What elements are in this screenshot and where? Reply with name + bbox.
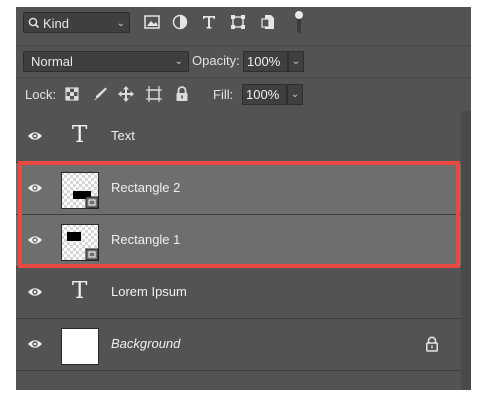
eye-icon [28,236,42,244]
visibility-toggle[interactable] [16,111,56,162]
layer-divider [16,370,461,371]
filter-kind-select[interactable]: Kind ⌄ [23,12,130,33]
shape-filter-icon[interactable] [229,13,247,31]
type-filter-icon[interactable] [200,13,218,31]
lock-icon[interactable] [425,336,439,352]
layer-row-text[interactable]: T Text [16,111,461,162]
visibility-toggle[interactable] [16,319,56,370]
layer-row-rectangle-1[interactable]: Rectangle 1 [16,215,461,266]
eye-icon [28,288,42,296]
fill-label: Fill: [213,87,234,102]
chevron-down-icon: ⌄ [174,56,183,67]
layer-row-background[interactable]: Background [16,319,461,370]
filter-kind-label: Kind [43,16,70,31]
lock-position-icon[interactable] [117,85,135,103]
layer-name: Lorem Ipsum [111,284,187,299]
lock-all-icon[interactable] [173,85,191,103]
adjustment-filter-icon[interactable] [171,13,189,31]
layer-name: Background [111,336,181,351]
filter-toggle-switch[interactable] [295,11,303,35]
layer-name: Rectangle 1 [111,232,181,247]
opacity-label: Opacity: [192,53,240,68]
layer-list-scrollbar[interactable] [461,111,471,390]
pixel-filter-icon[interactable] [143,13,161,31]
layer-row-lorem-ipsum[interactable]: T Lorem Ipsum [16,267,461,318]
blend-mode-select[interactable]: Normal ⌄ [23,51,189,72]
lock-row: Lock: Fill: 100% ⌄ [16,77,471,110]
opacity-dropdown-button[interactable]: ⌄ [288,51,304,72]
visibility-toggle[interactable] [16,215,56,266]
layers-panel: Kind ⌄ Normal ⌄ Opacity: 100% ⌄ Lock: Fi… [16,7,471,390]
eye-icon [28,340,42,348]
visibility-toggle[interactable] [16,267,56,318]
toggle-knob [295,11,303,19]
layer-thumbnail [61,328,99,365]
fill-input[interactable]: 100% [242,84,287,105]
smart-object-filter-icon[interactable] [259,13,277,31]
layer-row-rectangle-2[interactable]: Rectangle 2 [16,163,461,214]
eye-icon [28,184,42,192]
blend-row: Normal ⌄ Opacity: 100% ⌄ [16,45,471,74]
blend-mode-label: Normal [31,54,73,69]
layer-name: Rectangle 2 [111,180,181,195]
lock-transparent-pixels-icon[interactable] [63,85,81,103]
lock-label: Lock: [25,87,57,102]
lock-image-pixels-icon[interactable] [91,85,109,103]
filter-row: Kind ⌄ [16,7,471,41]
fill-dropdown-button[interactable]: ⌄ [287,84,303,105]
eye-icon [28,132,42,140]
text-layer-icon: T [72,122,88,148]
layer-name: Text [111,128,135,143]
layer-thumbnail [61,224,99,261]
lock-artboard-icon[interactable] [145,85,163,103]
search-icon [28,17,40,29]
toggle-track [297,17,301,33]
text-layer-icon: T [72,278,88,304]
opacity-input[interactable]: 100% [243,51,288,72]
chevron-down-icon: ⌄ [116,18,125,29]
layer-thumbnail [61,172,99,209]
visibility-toggle[interactable] [16,163,56,214]
